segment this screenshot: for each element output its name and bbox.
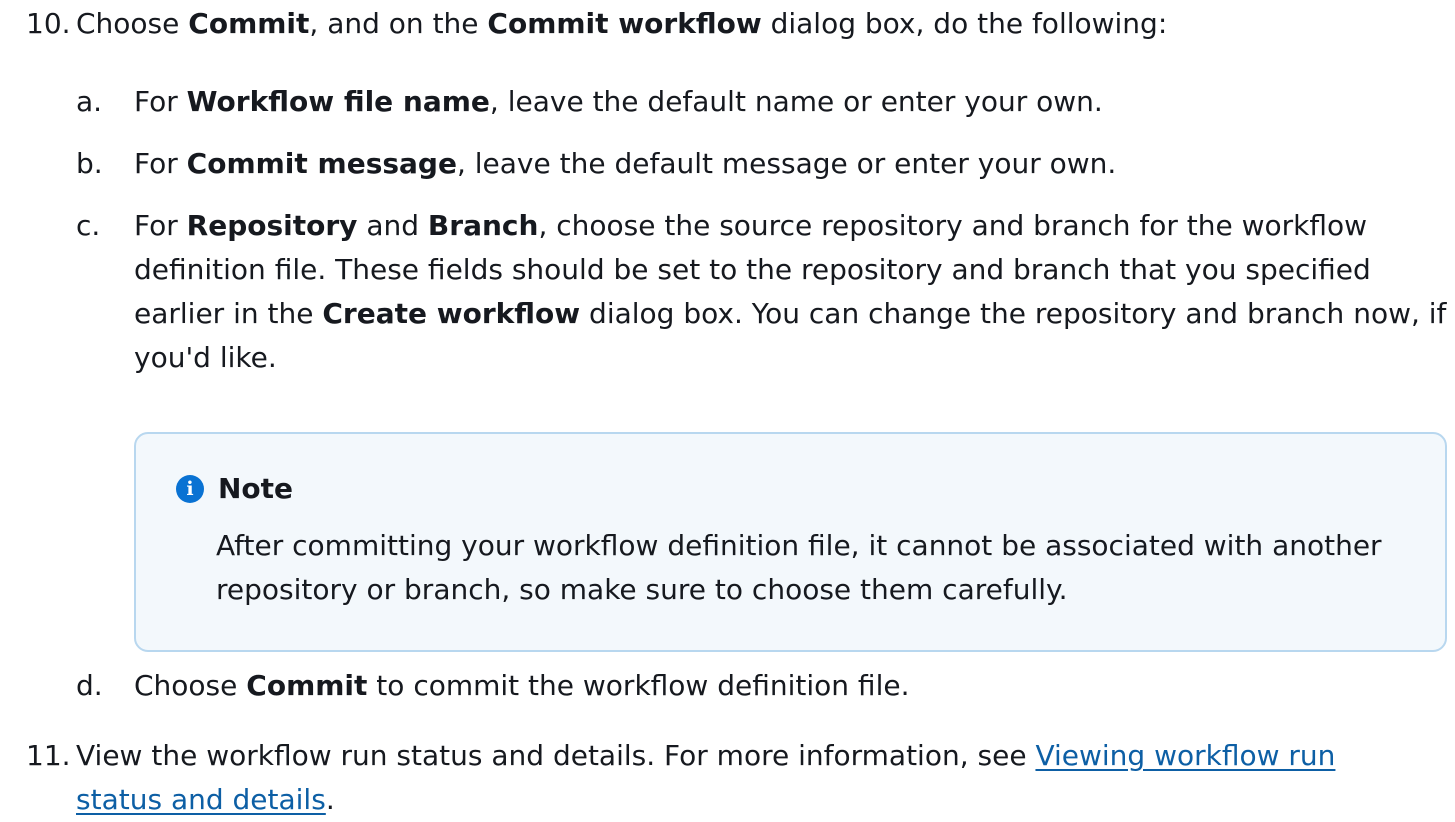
ui-term-commit: Commit	[246, 669, 368, 702]
ui-term-commit-message: Commit message	[186, 147, 457, 180]
note-title: Note	[218, 472, 294, 505]
note-callout: i Note After committing your workflow de…	[134, 432, 1447, 652]
step-number: 10.	[26, 7, 71, 40]
step-text: View the workflow run status and details…	[76, 739, 1336, 816]
step-text: Choose Commit, and on the Commit workflo…	[76, 7, 1168, 40]
substep-text: For Repository and Branch, choose the so…	[134, 209, 1447, 374]
ui-term-repository: Repository	[186, 209, 358, 242]
info-icon: i	[176, 475, 204, 503]
note-body: After committing your workflow definitio…	[216, 529, 1382, 606]
ui-term-workflow-file-name: Workflow file name	[186, 85, 490, 118]
substep-text: For Commit message, leave the default me…	[134, 147, 1117, 180]
substep-letter: c.	[76, 209, 101, 242]
substep-letter: a.	[76, 85, 103, 118]
substep-text: Choose Commit to commit the workflow def…	[134, 669, 910, 702]
ui-term-branch: Branch	[427, 209, 539, 242]
ui-term-create-workflow: Create workflow	[322, 297, 581, 330]
substep-letter: b.	[76, 147, 103, 180]
ui-term-commit: Commit	[188, 7, 310, 40]
substep-text: For Workflow file name, leave the defaul…	[134, 85, 1103, 118]
step-number: 11.	[26, 739, 71, 772]
ui-term-commit-workflow: Commit workflow	[487, 7, 762, 40]
substep-letter: d.	[76, 669, 103, 702]
